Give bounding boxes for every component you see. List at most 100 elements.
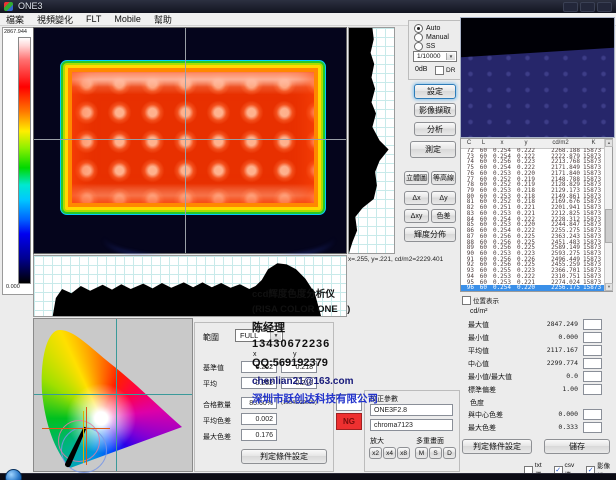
pass-count-label: 合格數量	[203, 400, 231, 410]
range-row-label: 基準值	[203, 363, 224, 373]
menu-item-2[interactable]: FLT	[86, 14, 101, 24]
solid-view-button[interactable]: 立體圖	[404, 171, 429, 185]
table-header-cell: x	[490, 139, 514, 148]
radio-row-auto[interactable]: Auto	[414, 24, 440, 33]
position-display-row[interactable]: 位置表示	[462, 295, 499, 305]
zoom-button-x8[interactable]: x8	[397, 447, 410, 459]
delta-x-button[interactable]: Δx	[404, 191, 429, 205]
exposure-time-dropdown[interactable]: 1/10000 ▼	[413, 51, 457, 62]
scrollbar-thumb[interactable]	[605, 209, 613, 243]
radio-icon-manual[interactable]	[414, 33, 423, 42]
chroma-stat-row: 與中心色差0.000	[460, 408, 610, 419]
max-diff-label: 最大色差	[203, 432, 231, 442]
range-dropdown[interactable]: FULL ▼	[235, 329, 283, 342]
delta-xy-button[interactable]: Δxy	[404, 209, 429, 223]
close-button[interactable]	[597, 2, 612, 12]
position-display-checkbox[interactable]	[462, 296, 471, 305]
cie-marker-vertical-2	[83, 411, 84, 463]
contour-button[interactable]: 等高線	[431, 171, 456, 185]
radio-label: Manual	[426, 34, 449, 41]
multi-screen-button-s[interactable]: S	[429, 447, 442, 459]
table-scrollbar[interactable]: ▲ ▼	[604, 139, 612, 291]
measure-button[interactable]: 測定	[410, 141, 456, 158]
judge-condition-button-2[interactable]: 判定條件設定	[462, 439, 532, 454]
stat-value: 2117.167	[547, 346, 578, 354]
measurement-table: CLxycd/m2K 72600.2540.2222268.1881587373…	[460, 138, 613, 292]
chevron-down-icon[interactable]: ▼	[446, 53, 455, 60]
table-cell: 15873	[583, 285, 604, 291]
zoom-button-x2[interactable]: x2	[369, 447, 382, 459]
color-scale-gradient	[18, 37, 31, 284]
stat-value: 1.00	[562, 385, 578, 393]
set-button[interactable]: 設定	[414, 84, 456, 99]
measurement-table-body: 72600.2540.2222268.1881587373600.2540.22…	[461, 148, 604, 291]
radio-row-manual[interactable]: Manual	[414, 33, 449, 42]
judge-condition-button[interactable]: 判定條件設定	[241, 449, 327, 464]
calibration-panel: 校正參數 ONE3F2.8 chroma7123 放大 多重畫面 x2x4x8 …	[364, 390, 460, 472]
radio-icon-ss[interactable]	[414, 42, 423, 51]
multi-screen-button-m[interactable]: M	[415, 447, 428, 459]
table-cell: 0.220	[514, 285, 538, 291]
stat-row: 標準偏差 1.00	[460, 383, 610, 394]
multi-screen-buttons: MSD	[415, 447, 457, 459]
zoom-label: 放大	[370, 436, 384, 446]
table-row[interactable]: 96600.2540.2202256.17515873	[461, 285, 604, 291]
range-dropdown-value: FULL	[240, 331, 258, 340]
menu-item-3[interactable]: Mobile	[114, 14, 141, 24]
scroll-down-icon[interactable]: ▼	[605, 283, 613, 291]
color-diff-button[interactable]: 色差	[431, 209, 456, 223]
cie-chromaticity-panel	[33, 318, 193, 472]
table-header-cell: C	[461, 139, 477, 148]
start-orb-icon[interactable]	[5, 469, 22, 480]
chevron-down-icon[interactable]: ▼	[270, 331, 281, 340]
cie-vertical-guide-line	[116, 319, 117, 471]
stat-indicator-box	[583, 332, 602, 343]
stat-value: 0.0	[566, 372, 578, 380]
multi-screen-label: 多重畫面	[416, 436, 444, 446]
luminance-image-viewport[interactable]	[33, 27, 347, 254]
save-button[interactable]: 儲存	[544, 439, 610, 454]
table-cell: 0.254	[490, 285, 514, 291]
radio-label: Auto	[426, 25, 440, 32]
range-row-y-value: 0.216	[281, 377, 317, 389]
luminance-distribution-button[interactable]: 輝度分佈	[404, 227, 456, 242]
range-row-x-value: 0.252	[241, 377, 277, 389]
zoom-button-x4[interactable]: x4	[383, 447, 396, 459]
delta-y-button[interactable]: Δy	[431, 191, 456, 205]
stat-label: 最小值/最大值	[468, 372, 512, 382]
menu-item-4[interactable]: 幫助	[154, 13, 172, 26]
menu-item-1[interactable]: 視頻變化	[37, 13, 73, 26]
client-area: 2867.944 0.000 x=.255, y=.221, cd/m2=222…	[0, 26, 616, 473]
pass-count-value: 85.60%	[241, 397, 277, 409]
camera-preview-panel-image	[461, 18, 614, 137]
capture-settings-panel: AutoManualSS 1/10000 ▼ 0dB DR	[408, 20, 462, 80]
radio-row-ss[interactable]: SS	[414, 42, 435, 51]
cursor-readout: x=.255, y=.221, cd/m2=2229.401	[348, 256, 468, 263]
menu-item-0[interactable]: 檔案	[6, 13, 24, 26]
range-row-x-value: 0.252	[241, 361, 277, 373]
radio-icon-auto[interactable]	[414, 24, 423, 33]
multi-screen-button-d[interactable]: D	[443, 447, 456, 459]
stat-indicator-box	[583, 371, 602, 382]
image-capture-button[interactable]: 影像擷取	[414, 103, 456, 117]
calibration-param-1[interactable]: ONE3F2.8	[370, 404, 453, 416]
chroma-stats-title: 色度	[470, 398, 484, 408]
range-col-x-header: x	[253, 351, 257, 358]
stat-label: 中心值	[468, 359, 489, 369]
result-ng-badge: NG	[336, 413, 362, 430]
calibration-param-2[interactable]: chroma7123	[370, 419, 453, 431]
stat-value: 2299.774	[547, 359, 578, 367]
analyze-button[interactable]: 分析	[414, 122, 456, 136]
stat-label: 標準偏差	[468, 385, 496, 395]
dr-checkbox[interactable]	[435, 66, 444, 75]
horizontal-luminance-profile	[33, 255, 347, 317]
zoom-buttons: x2x4x8	[369, 447, 411, 459]
scroll-up-icon[interactable]: ▲	[605, 139, 613, 147]
dr-checkbox-row[interactable]: DR	[435, 66, 455, 75]
stat-label: 最大值	[468, 320, 489, 330]
chroma-stat-row: 最大色差0.333	[460, 421, 610, 432]
stat-label: 最小值	[468, 333, 489, 343]
minimize-button[interactable]	[563, 2, 578, 12]
camera-preview	[460, 17, 615, 138]
maximize-button[interactable]	[580, 2, 595, 12]
